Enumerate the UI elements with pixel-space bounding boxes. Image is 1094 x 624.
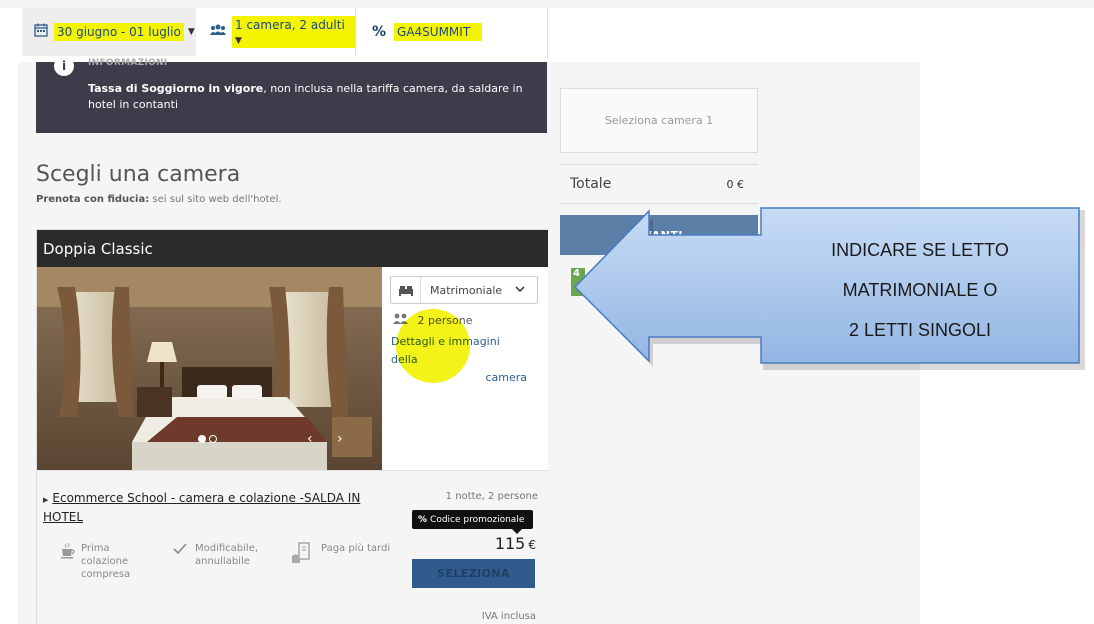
- svg-text:›: ›: [337, 431, 343, 447]
- page-subtitle: Prenota con fiducia: sei sul sito web de…: [36, 194, 282, 205]
- callout-line2: MATRIMONIALE O: [842, 280, 998, 300]
- callout-text: INDICARE SE LETTO MATRIMONIALE O 2 LETTI…: [770, 230, 1070, 350]
- select-room-button[interactable]: SELEZIONA: [412, 559, 535, 588]
- rate-plan: ▶ Ecommerce School - camera e colazione -…: [37, 470, 548, 624]
- bed-icon: [391, 277, 421, 303]
- check-icon: [173, 542, 187, 559]
- promo-code-tooltip: % Codice promozionale: [412, 510, 533, 529]
- dates-dropdown[interactable]: 30 giugno - 01 luglio ▼: [22, 8, 196, 56]
- caret-down-icon: ▼: [187, 27, 195, 37]
- price-currency: €: [528, 538, 536, 552]
- total-value: 0 €: [726, 178, 745, 191]
- top-strip: [0, 0, 1094, 8]
- rate-title-link[interactable]: ▶ Ecommerce School - camera e colazione -…: [43, 490, 383, 526]
- room-name: Doppia Classic: [37, 230, 548, 267]
- feature-refundable: Modificabile, annullabile: [173, 542, 283, 572]
- users-icon: [210, 24, 226, 40]
- expand-triangle-icon: ▶: [43, 496, 49, 504]
- bed-type-select[interactable]: Matrimoniale: [390, 276, 538, 304]
- chevron-down-icon: [515, 285, 537, 296]
- calendar-icon: [34, 23, 48, 41]
- top-bar: 30 giugno - 01 luglio ▼ 1 camera, 2 adul…: [0, 0, 1094, 62]
- callout-line3: 2 LETTI SINGOLI: [848, 320, 992, 340]
- svg-text:‹: ‹: [307, 431, 313, 447]
- feature-breakfast-label: Prima colazione compresa: [81, 543, 131, 580]
- feature-refundable-label: Modificabile, annullabile: [195, 543, 259, 567]
- coffee-icon: [59, 542, 77, 563]
- info-text: Tassa di Soggiorno in vigore, non inclus…: [88, 82, 523, 111]
- feature-pay-later-label: Paga più tardi: [321, 543, 391, 554]
- select-room-label: SELEZIONA: [437, 567, 510, 580]
- guests-value: 1 camera, 2 adulti ▼: [232, 16, 355, 48]
- info-banner: i INFORMAZIONI Tassa di Soggiorno in vig…: [36, 56, 547, 133]
- card-icon: [291, 542, 311, 567]
- bed-type-value: Matrimoniale: [430, 283, 503, 297]
- vat-note: IVA inclusa: [481, 611, 536, 622]
- percent-icon: %: [372, 24, 387, 40]
- caret-down-icon: ▼: [235, 36, 242, 46]
- dates-value: 30 giugno - 01 luglio: [54, 23, 184, 41]
- page-title: Scegli una camera: [36, 162, 241, 187]
- room-card: Doppia Classic ‹ › Matrimoniale immagini…: [36, 229, 548, 624]
- promo-tag-label: Codice promozionale: [430, 514, 525, 525]
- info-icon: i: [54, 56, 74, 76]
- guests-dropdown[interactable]: 1 camera, 2 adulti ▼: [196, 8, 356, 56]
- callout-line1: INDICARE SE LETTO: [831, 240, 1009, 260]
- rate-title-text: Ecommerce School - camera e colazione -S…: [43, 491, 361, 524]
- percent-icon: %: [418, 514, 428, 525]
- info-heading: INFORMAZIONI: [88, 58, 168, 68]
- total-row: Totale 0 €: [560, 164, 758, 204]
- search-filters: 30 giugno - 01 luglio ▼ 1 camera, 2 adul…: [0, 8, 548, 58]
- promo-code-field[interactable]: % GA4SUMMIT: [358, 8, 548, 56]
- promo-code-value: GA4SUMMIT: [394, 23, 483, 41]
- highlight-marker: [396, 309, 470, 383]
- selected-room-slot: Seleziona camera 1: [560, 88, 758, 153]
- room-photo: ‹ ›: [37, 267, 382, 470]
- room-photo-carousel[interactable]: ‹ ›: [37, 267, 382, 470]
- total-label: Totale: [570, 176, 612, 192]
- feature-breakfast: Prima colazione compresa: [59, 542, 159, 592]
- feature-pay-later: Paga più tardi: [291, 542, 401, 572]
- rate-price: 115 €: [495, 534, 536, 553]
- rate-nights-persons: 1 notte, 2 persone: [445, 491, 538, 502]
- price-value: 115: [494, 534, 526, 553]
